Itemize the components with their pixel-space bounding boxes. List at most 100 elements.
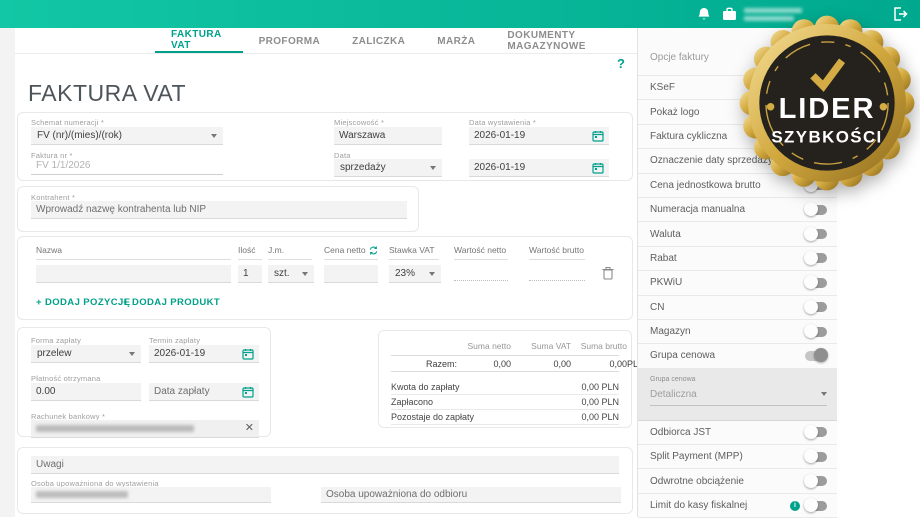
toggle-pkwiu[interactable] xyxy=(804,275,827,290)
col-wartosc-netto: Wartość netto xyxy=(454,245,508,260)
data-wystawienia-label: Data wystawienia * xyxy=(469,118,536,127)
remaining-row: Pozostaje do zapłaty 0,00 PLN xyxy=(391,410,619,425)
sale-date-field[interactable]: 2026-01-19 xyxy=(469,159,609,177)
item-vat-rate-select[interactable]: 23% xyxy=(389,265,441,283)
summary-total-row: Razem: 0,00 0,00 0,00 PLN xyxy=(391,355,645,372)
lider-szybkosci-badge: LIDER SZYBKOŚCI xyxy=(739,15,915,191)
payment-method-select[interactable]: przelew xyxy=(31,345,141,363)
plus-icon: + xyxy=(123,297,129,308)
chevron-down-icon xyxy=(821,392,827,397)
issue-date-field[interactable]: 2026-01-19 xyxy=(469,127,609,145)
payment-due-date-field[interactable]: 2026-01-19 xyxy=(149,345,259,363)
numbering-scheme-select[interactable]: FV (nr)/(mies)/(rok) xyxy=(31,127,223,145)
chevron-down-icon xyxy=(211,133,217,138)
page-title: FAKTURA VAT xyxy=(28,80,187,106)
clear-icon[interactable]: ✕ xyxy=(245,423,254,434)
invoice-items-card: Nazwa Ilość J.m. Cena netto Stawka VAT W… xyxy=(17,236,633,320)
toggle-waluta[interactable] xyxy=(804,226,827,241)
sidebar-item-pkwiu[interactable]: PKWiU xyxy=(638,271,837,296)
bank-account-field[interactable]: ✕ xyxy=(31,420,259,438)
sidebar-item-odbiorca-jst[interactable]: Odbiorca JST xyxy=(638,421,837,446)
toggle-magazyn[interactable] xyxy=(804,324,827,339)
sidebar-item-numeracja-manualna[interactable]: Numeracja manualna xyxy=(638,198,837,223)
sidebar-item-magazyn[interactable]: Magazyn xyxy=(638,320,837,345)
chevron-down-icon xyxy=(430,165,436,170)
add-product-button[interactable]: + DODAJ PRODUKT xyxy=(123,297,220,308)
item-quantity-input[interactable] xyxy=(238,265,262,283)
sidebar-item-rabat[interactable]: Rabat xyxy=(638,247,837,272)
payment-card: Forma zapłaty przelew Termin zapłaty 202… xyxy=(17,327,271,438)
grupa-cenowa-label: Grupa cenowa xyxy=(650,375,696,383)
sidebar-item-grupa-cenowa[interactable]: Grupa cenowa xyxy=(638,344,837,369)
calendar-icon[interactable] xyxy=(242,348,254,360)
receiver-person-input[interactable] xyxy=(321,487,621,503)
notes-input[interactable] xyxy=(31,456,619,474)
badge-line2: SZYBKOŚCI xyxy=(771,127,882,146)
item-name-input[interactable] xyxy=(36,265,231,283)
document-type-tabs: FAKTURA VAT PROFORMA ZALICZKA MARŻA DOKU… xyxy=(15,29,637,54)
help-icon[interactable]: ? xyxy=(617,56,625,71)
calendar-icon[interactable] xyxy=(242,386,254,398)
redacted-person-name xyxy=(36,491,128,498)
redacted-bank-account xyxy=(36,425,194,432)
toggle-grupa-cenowa[interactable] xyxy=(805,348,828,363)
sidebar-item-waluta[interactable]: Waluta xyxy=(638,222,837,247)
calendar-icon[interactable] xyxy=(592,130,604,142)
payment-received-input[interactable] xyxy=(31,383,141,401)
paid-row: Zapłacono 0,00 PLN xyxy=(391,395,619,410)
amount-due-row: Kwota do zapłaty 0,00 PLN xyxy=(391,380,619,395)
plus-icon: + xyxy=(36,297,42,308)
toggle-rabat[interactable] xyxy=(804,250,827,265)
sidebar-item-split-payment[interactable]: Split Payment (MPP) xyxy=(638,445,837,470)
city-field[interactable] xyxy=(334,127,442,145)
grupa-cenowa-panel: Grupa cenowa Detaliczna xyxy=(638,368,837,421)
toggle-odwrotne-obciazenie[interactable] xyxy=(804,473,827,488)
col-cena-netto: Cena netto xyxy=(324,245,378,260)
tab-marza[interactable]: MARŻA xyxy=(421,29,491,53)
calendar-icon[interactable] xyxy=(592,162,604,174)
invoice-header-card: Schemat numeracji * FV (nr)/(mies)/(rok)… xyxy=(17,112,633,181)
sidebar-item-limit-kasy-fiskalnej[interactable]: Limit do kasy fiskalnej i xyxy=(638,494,837,518)
col-stawka-vat: Stawka VAT xyxy=(389,245,439,260)
termin-zaplaty-label: Termin zapłaty xyxy=(149,336,201,345)
toggle-odbiorca-jst[interactable] xyxy=(804,424,827,439)
bell-icon[interactable] xyxy=(697,7,711,22)
payment-date-field[interactable]: Data zapłaty xyxy=(149,383,259,401)
col-ilosc: Ilość xyxy=(238,245,262,260)
notes-card: Osoba upoważniona do wystawienia xyxy=(17,447,633,514)
invoice-number-field[interactable] xyxy=(31,157,223,175)
trash-icon[interactable] xyxy=(602,266,614,280)
toggle-limit-kasy-fiskalnej[interactable] xyxy=(804,498,827,513)
grupa-cenowa-select[interactable]: Detaliczna xyxy=(650,389,827,406)
badge-left-dot xyxy=(766,103,775,111)
tab-faktura-vat[interactable]: FAKTURA VAT xyxy=(155,29,243,53)
forma-zaplaty-label: Forma zapłaty xyxy=(31,336,82,345)
page-left-margin xyxy=(0,28,15,517)
add-position-button[interactable]: + DODAJ POZYCJĘ xyxy=(36,297,130,308)
schemat-label: Schemat numeracji * xyxy=(31,118,104,127)
summary-card: Suma netto Suma VAT Suma brutto Razem: 0… xyxy=(378,330,645,428)
badge-line1: LIDER xyxy=(779,93,876,125)
contractor-search-input[interactable] xyxy=(31,201,407,219)
tab-zaliczka[interactable]: ZALICZKA xyxy=(336,29,421,53)
contractor-card: Kontrahent * xyxy=(17,186,419,232)
tab-proforma[interactable]: PROFORMA xyxy=(243,29,337,53)
toggle-split-payment[interactable] xyxy=(804,449,827,464)
summary-column-headers: Suma netto Suma VAT Suma brutto xyxy=(467,341,627,351)
issuer-person-field[interactable] xyxy=(31,487,271,503)
sidebar-item-odwrotne-obciazenie[interactable]: Odwrotne obciążenie xyxy=(638,469,837,494)
col-nazwa: Nazwa xyxy=(36,245,231,260)
toggle-cn[interactable] xyxy=(804,299,827,314)
sidebar-item-cn[interactable]: CN xyxy=(638,296,837,320)
item-net-price-input[interactable] xyxy=(324,265,378,283)
date-type-select[interactable]: sprzedaży xyxy=(334,159,442,177)
chevron-down-icon xyxy=(302,271,308,276)
item-unit-select[interactable]: szt. xyxy=(268,265,314,283)
tab-dokumenty-magazynowe[interactable]: DOKUMENTY MAGAZYNOWE xyxy=(491,29,637,53)
toggle-numeracja-manualna[interactable] xyxy=(804,202,827,217)
col-jm: J.m. xyxy=(268,245,312,260)
info-icon[interactable]: i xyxy=(790,500,800,511)
chevron-down-icon xyxy=(429,271,435,276)
sync-icon[interactable] xyxy=(369,246,378,255)
chevron-down-icon xyxy=(129,351,135,356)
